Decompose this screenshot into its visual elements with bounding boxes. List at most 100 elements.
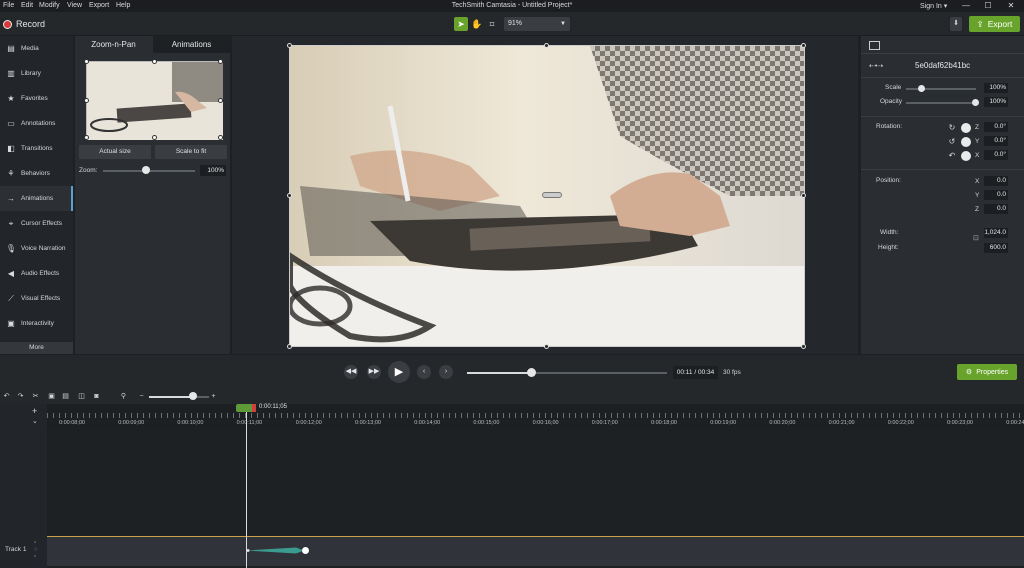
step-back-icon[interactable]: ◀◀ [344, 365, 358, 379]
sidebar-item-transitions[interactable]: ◧ Transitions [0, 136, 73, 161]
actual-size-button[interactable]: Actual size [79, 145, 151, 159]
timeline-zoom-handle[interactable] [189, 392, 197, 400]
canvas-resize-handle[interactable] [544, 344, 549, 349]
sidebar-item-cursor-effects[interactable]: ⌖ Cursor Effects [0, 211, 73, 236]
more-button[interactable]: More [0, 342, 73, 354]
position-y-field[interactable]: 0.0 [984, 190, 1008, 200]
canvas-resize-handle[interactable] [287, 43, 292, 48]
resize-handle[interactable] [218, 98, 223, 103]
sidebar-item-media[interactable]: ▤ Media [0, 36, 73, 61]
menu-file[interactable]: File [3, 2, 14, 9]
menu-edit[interactable]: Edit [21, 2, 33, 9]
track-controls-icon[interactable]: ▫ ◌ ▫ [34, 540, 38, 561]
canvas-resize-handle[interactable] [801, 43, 806, 48]
minimize-button[interactable]: — [957, 0, 975, 12]
resize-handle[interactable] [152, 135, 157, 140]
rotation-z-dial[interactable] [961, 123, 971, 133]
tab-zoom-n-pan[interactable]: Zoom-n-Pan [75, 36, 152, 53]
menu-export[interactable]: Export [89, 2, 109, 9]
previous-icon[interactable]: ‹ [417, 365, 431, 379]
zoom-search-icon[interactable]: ⚲ [119, 392, 128, 401]
animation-arrow[interactable] [246, 547, 304, 554]
rotation-y-field[interactable]: 0.0° [984, 136, 1008, 146]
rotation-x-dial[interactable] [961, 151, 971, 161]
sidebar-item-favorites[interactable]: ★ Favorites [0, 86, 73, 111]
scale-to-fit-button[interactable]: Scale to fit [155, 145, 227, 159]
width-field[interactable]: 1,024.0 [984, 228, 1008, 238]
sidebar-item-annotations[interactable]: ▭ Annotations [0, 111, 73, 136]
select-tool-icon[interactable]: ➤ [454, 17, 468, 31]
timeline-ruler[interactable]: 0:00:08;00 0:00:09;00 0:00:10;00 0:00:11;00… [47, 404, 1024, 430]
opacity-slider-handle[interactable] [972, 99, 979, 106]
scrubber-handle[interactable] [527, 368, 536, 377]
canvas-resize-handle[interactable] [801, 193, 806, 198]
zoom-preview-thumbnail[interactable] [84, 59, 223, 140]
canvas-zoom-select[interactable]: 91% ▼ [504, 17, 570, 31]
resize-handle[interactable] [84, 135, 89, 140]
step-forward-icon[interactable]: ▶▶ [367, 365, 381, 379]
resize-handle[interactable] [152, 59, 157, 64]
zoom-in-icon[interactable]: + [209, 392, 218, 401]
snapshot-icon[interactable]: ◙ [92, 392, 101, 401]
close-button[interactable]: ✕ [1002, 0, 1020, 12]
sidebar-item-animations[interactable]: → Animations [0, 186, 73, 211]
animation-end-point[interactable] [302, 547, 309, 554]
position-x-field[interactable]: 0.0 [984, 176, 1008, 186]
resize-handle[interactable] [218, 135, 223, 140]
add-track-icon[interactable]: + [32, 406, 37, 416]
lock-aspect-icon[interactable]: ⊡ [973, 234, 979, 242]
collapse-tracks-icon[interactable]: ⌄ [32, 417, 38, 425]
redo-icon[interactable]: ↷ [16, 392, 25, 401]
sidebar-item-visual-effects[interactable]: ⟋ Visual Effects [0, 286, 73, 311]
copy-icon[interactable]: ▣ [47, 392, 56, 401]
sign-in-link[interactable]: Sign In ▾ [920, 2, 947, 10]
sidebar-item-behaviors[interactable]: ⚘ Behaviors [0, 161, 73, 186]
canvas-resize-handle[interactable] [287, 344, 292, 349]
playhead-out-marker[interactable] [252, 404, 256, 412]
menu-modify[interactable]: Modify [39, 2, 60, 9]
rotation-x-field[interactable]: 0.0° [984, 150, 1008, 160]
track-1[interactable] [47, 536, 1024, 566]
properties-button[interactable]: ⚙ Properties [957, 364, 1017, 380]
next-icon[interactable]: › [439, 365, 453, 379]
pan-tool-icon[interactable]: ✋ [470, 17, 484, 31]
split-icon[interactable]: ◫ [77, 392, 86, 401]
sidebar-item-library[interactable]: ▥ Library [0, 61, 73, 86]
resize-handle[interactable] [84, 98, 89, 103]
height-field[interactable]: 600.0 [984, 243, 1008, 253]
resize-handle[interactable] [84, 59, 89, 64]
rotation-y-dial[interactable] [961, 137, 971, 147]
canvas-resize-handle[interactable] [287, 193, 292, 198]
zoom-out-icon[interactable]: − [137, 392, 146, 401]
center-move-handle-icon[interactable] [542, 192, 562, 198]
undo-icon[interactable]: ↶ [2, 392, 11, 401]
playhead-line[interactable] [246, 410, 247, 568]
menu-help[interactable]: Help [116, 2, 130, 9]
zoom-slider-handle[interactable] [142, 166, 150, 174]
canvas-resize-handle[interactable] [801, 344, 806, 349]
crop-tool-icon[interactable]: ⌗ [485, 17, 499, 31]
menu-view[interactable]: View [67, 2, 82, 9]
play-icon[interactable]: ▶ [388, 361, 410, 383]
visual-properties-tab-icon[interactable] [869, 41, 880, 50]
paste-icon[interactable]: ▤ [61, 392, 70, 401]
tab-animations[interactable]: Animations [153, 36, 230, 53]
download-icon[interactable]: ⬇ [950, 17, 962, 31]
sidebar-item-audio-effects[interactable]: ◀ Audio Effects [0, 261, 73, 286]
scale-slider-track[interactable] [906, 88, 976, 90]
canvas-resize-handle[interactable] [544, 43, 549, 48]
resize-handle[interactable] [218, 59, 223, 64]
maximize-button[interactable]: ☐ [979, 0, 997, 12]
opacity-value-field[interactable]: 100% [984, 97, 1008, 107]
sidebar-item-voice-narration[interactable]: 🎙 Voice Narration [0, 236, 73, 261]
scale-slider-handle[interactable] [918, 85, 925, 92]
sidebar-item-interactivity[interactable]: ▣ Interactivity [0, 311, 73, 336]
cut-icon[interactable]: ✂ [31, 392, 40, 401]
opacity-slider-track[interactable] [906, 102, 976, 104]
zoom-value-field[interactable]: 100% [200, 165, 226, 176]
rotation-z-field[interactable]: 0.0° [984, 122, 1008, 132]
export-button[interactable]: ⇪ Export [969, 16, 1020, 32]
scale-value-field[interactable]: 100% [984, 83, 1008, 93]
position-z-field[interactable]: 0.0 [984, 204, 1008, 214]
empty-tracks-area[interactable] [47, 430, 1024, 536]
